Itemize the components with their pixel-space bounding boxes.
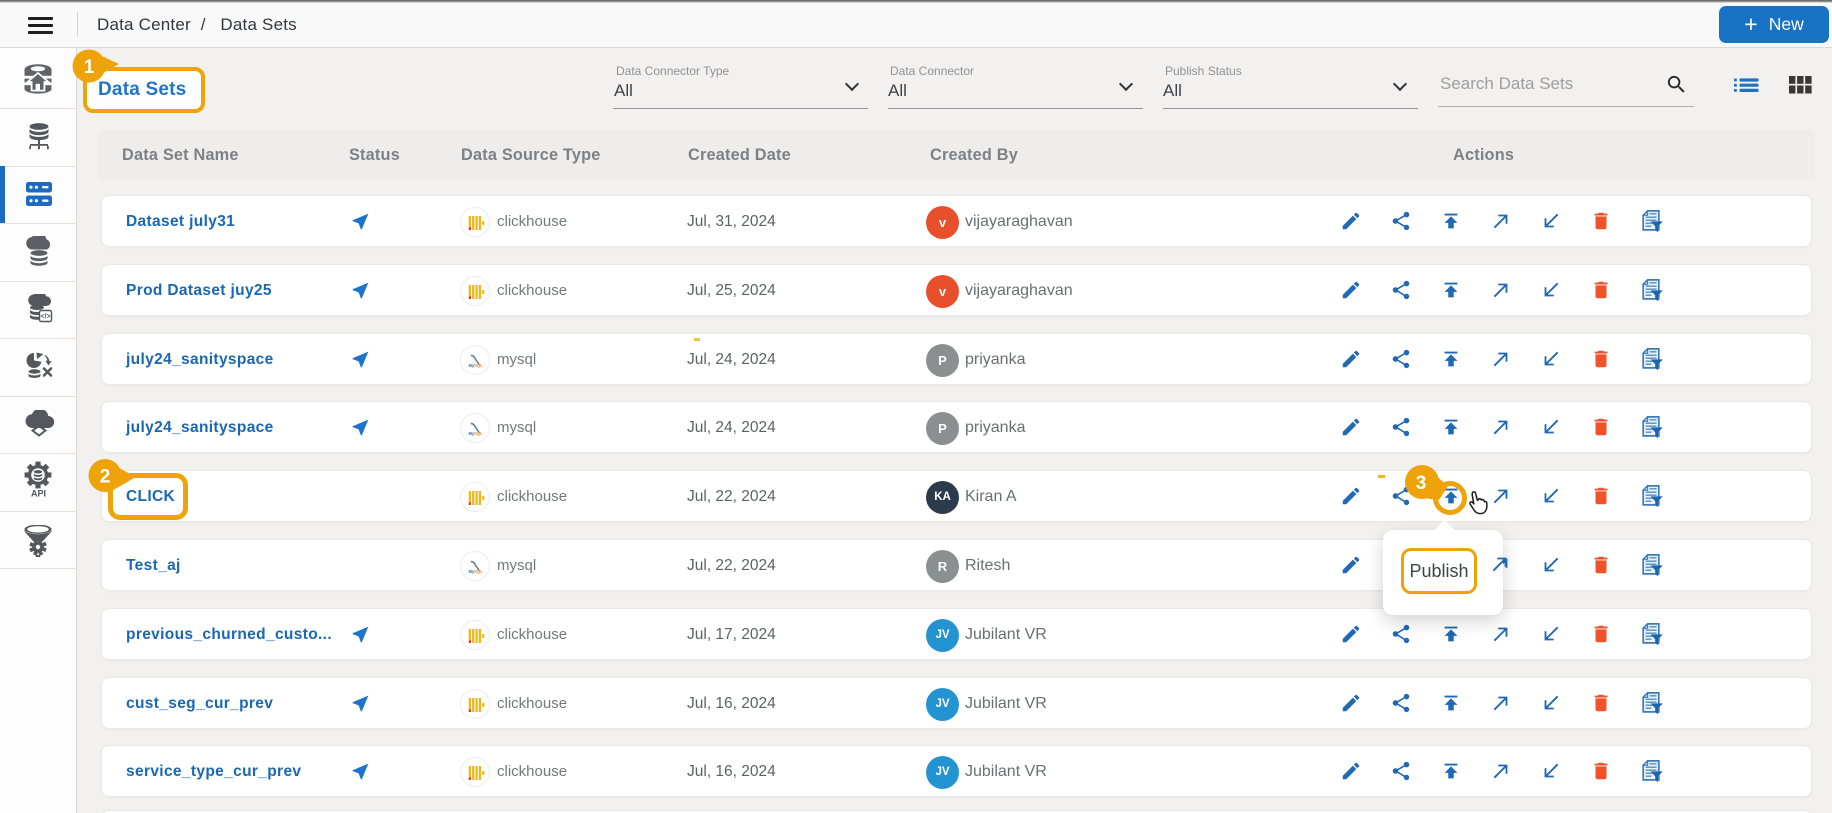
svg-text:1: 1 (84, 57, 95, 78)
svg-text:2: 2 (100, 467, 111, 488)
svg-text:</>: </> (40, 314, 50, 321)
svg-text:3: 3 (1416, 473, 1427, 494)
svg-text:API: API (31, 489, 46, 499)
